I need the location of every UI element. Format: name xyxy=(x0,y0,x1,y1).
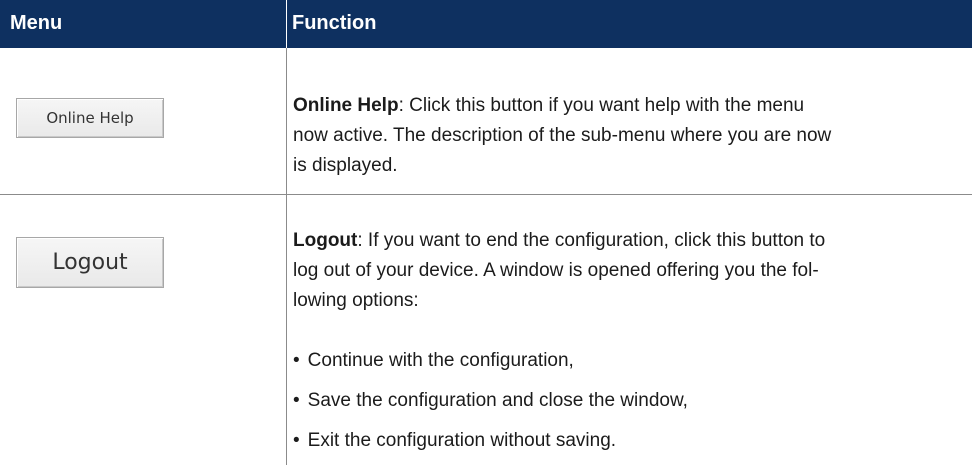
header-function: Function xyxy=(292,12,377,34)
logout-title: Logout xyxy=(293,230,358,251)
logout-option-3: Exit the configuration without saving. xyxy=(307,430,617,451)
table-header: Menu Function xyxy=(0,0,972,48)
logout-line1: : If you want to end the configuration, … xyxy=(357,230,826,251)
function-table: Menu Function Online Help Online Help: C… xyxy=(0,0,972,465)
bullet-icon: • xyxy=(293,390,300,411)
header-divider xyxy=(286,0,287,48)
list-item: • Exit the configuration without saving. xyxy=(293,430,616,452)
online-help-line3: is displayed. xyxy=(293,155,398,176)
logout-description: Logout: If you want to end the configura… xyxy=(293,226,968,316)
bullet-icon: • xyxy=(293,350,300,371)
row-divider xyxy=(0,194,972,195)
online-help-line1: : Click this button if you want help wit… xyxy=(398,95,805,116)
logout-option-1: Continue with the configuration, xyxy=(307,350,574,371)
column-divider xyxy=(286,48,287,465)
logout-button[interactable]: Logout xyxy=(16,237,164,288)
list-item: • Save the configuration and close the wi… xyxy=(293,390,688,412)
logout-line3: lowing options: xyxy=(293,290,419,311)
bullet-icon: • xyxy=(293,430,300,451)
online-help-line2: now active. The description of the sub-m… xyxy=(293,125,832,146)
online-help-button-label: Online Help xyxy=(46,109,134,127)
list-item: • Continue with the configuration, xyxy=(293,350,574,372)
online-help-button[interactable]: Online Help xyxy=(16,98,164,138)
logout-line2: log out of your device. A window is open… xyxy=(293,260,819,281)
logout-button-label: Logout xyxy=(52,250,128,275)
logout-option-2: Save the configuration and close the win… xyxy=(307,390,688,411)
online-help-title: Online Help xyxy=(293,95,399,116)
online-help-description: Online Help: Click this button if you wa… xyxy=(293,91,968,181)
header-menu: Menu xyxy=(10,12,63,34)
